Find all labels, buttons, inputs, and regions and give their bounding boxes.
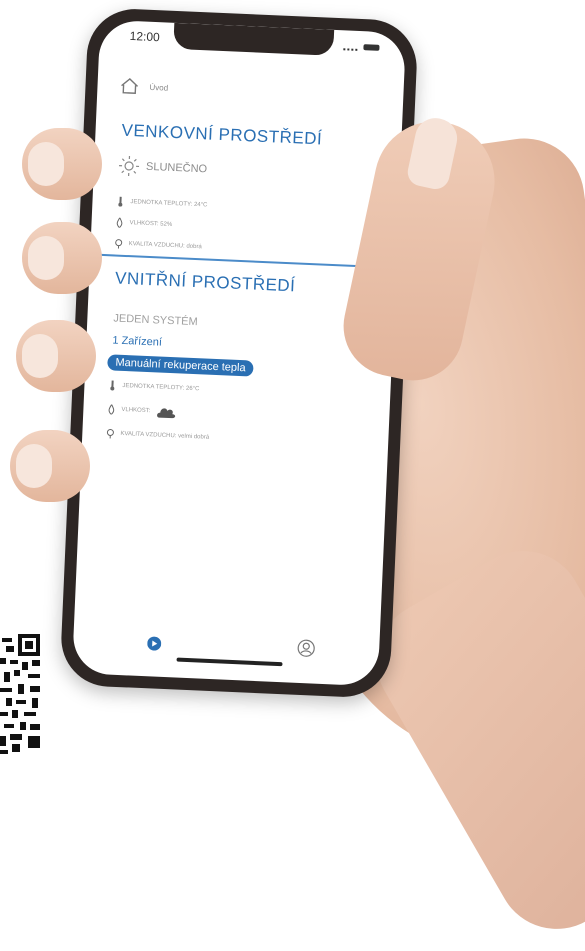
home-nav[interactable]: Úvod [119,77,168,97]
system-label[interactable]: JEDEN SYSTÉM [113,312,198,328]
hand-finger-3 [16,320,96,392]
thermometer-icon [116,197,124,207]
home-icon[interactable] [119,77,140,96]
sun-icon [118,155,141,178]
leaf-icon [114,238,122,248]
outdoor-title: VENKOVNÍ PROSTŘEDÍ [121,121,322,150]
hand-finger-1 [22,128,102,200]
droplet-icon [107,404,115,414]
droplet-icon [115,217,123,227]
indoor-air-quality-row: KVALITA VZDUCHU: velmi dobrá [106,428,209,442]
profile-icon[interactable] [297,639,316,658]
outdoor-humidity: VLHKOST: 52% [129,220,172,228]
leaf-icon [106,428,114,438]
status-time: 12:00 [129,29,160,44]
indoor-title: VNITŘNÍ PROSTŘEDÍ [115,269,296,297]
mode-badge[interactable]: Manuální rekuperace tepla [107,354,254,376]
outdoor-humidity-row: VLHKOST: 52% [115,217,172,229]
devices-label[interactable]: 1 Zařízení [112,334,162,348]
play-icon[interactable] [147,636,162,651]
section-divider [90,253,396,268]
home-label[interactable]: Úvod [149,82,168,92]
hand-finger-2 [22,222,102,294]
outdoor-air-quality: KVALITA VZDUCHU: dobrá [129,241,202,250]
signal-icon [343,42,357,51]
outdoor-air-quality-row: KVALITA VZDUCHU: dobrá [114,238,201,252]
outdoor-temperature-row: JEDNOTKA TEPLOTY: 24°C [116,197,207,211]
indoor-humidity-row: VLHKOST: [107,402,177,419]
indoor-temperature: JEDNOTKA TEPLOTY: 26°C [122,383,199,392]
weather-row: SLUNEČNO [118,155,208,181]
home-indicator[interactable] [176,658,282,667]
cloud-icon [156,404,177,419]
weather-label: SLUNEČNO [146,161,208,176]
outdoor-temperature: JEDNOTKA TEPLOTY: 24°C [130,199,207,208]
status-icons [343,42,379,52]
battery-icon [363,44,379,51]
indoor-air-quality: KVALITA VZDUCHU: velmi dobrá [120,431,209,441]
phone-notch [173,23,334,56]
thermometer-icon [108,380,116,390]
qr-code [0,632,42,756]
indoor-temperature-row: JEDNOTKA TEPLOTY: 26°C [108,380,199,394]
indoor-humidity: VLHKOST: [121,407,150,414]
hand-finger-4 [10,430,90,502]
